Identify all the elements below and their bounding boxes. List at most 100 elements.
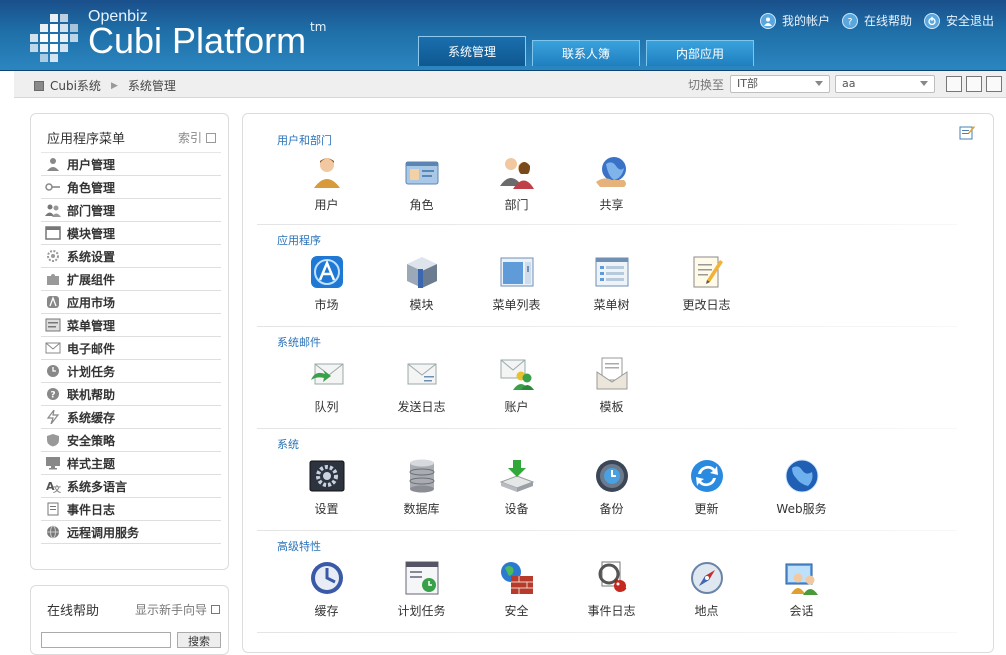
cache-icon [309, 560, 345, 596]
menu-item-settings[interactable]: 系统设置 [41, 245, 221, 268]
lightning-icon [45, 410, 61, 424]
app-menu-panel: 应用程序菜单 索引 用户管理 角色管理 部门管理 模块管理 系统设置 扩展组件 [30, 113, 229, 570]
app-settings[interactable]: 设置 [279, 458, 374, 517]
help-search-button[interactable]: 搜索 [177, 632, 221, 648]
logout-link[interactable]: 安全退出 [923, 12, 994, 29]
mail-log-icon [404, 356, 440, 392]
menu-item-cache[interactable]: 系统缓存 [41, 406, 221, 429]
menu-item-departments[interactable]: 部门管理 [41, 199, 221, 222]
menu-item-label: 用户管理 [67, 157, 116, 172]
app-cache[interactable]: 缓存 [279, 560, 374, 619]
user-icon [759, 12, 776, 29]
index-toggle[interactable]: 索引 [178, 129, 216, 146]
menu-item-market[interactable]: 应用市场 [41, 291, 221, 314]
menu-item-online-help[interactable]: ? 联机帮助 [41, 383, 221, 406]
menu-item-menus[interactable]: 菜单管理 [41, 314, 221, 337]
admin-dashboard-panel: 用户和部门 用户 角色 部门 共享 应用程序 市场 模块 菜单列表 菜单树 更改… [242, 113, 994, 653]
menu-item-email[interactable]: 电子邮件 [41, 337, 221, 360]
app-update[interactable]: 更新 [659, 458, 754, 517]
fullscreen-icon[interactable] [986, 76, 1002, 92]
menu-item-languages[interactable]: A文 系统多语言 [41, 475, 221, 498]
app-security[interactable]: 安全 [469, 560, 564, 619]
menu-item-themes[interactable]: 样式主题 [41, 452, 221, 475]
user-select-value: aa [842, 77, 856, 90]
menu-item-label: 计划任务 [67, 364, 116, 379]
my-account-link[interactable]: 我的帐户 [759, 12, 830, 29]
backup-icon [594, 458, 630, 494]
tab-internal-apps[interactable]: 内部应用 [646, 40, 754, 66]
app-label: 事件日志 [587, 604, 636, 618]
user-icon [45, 157, 61, 171]
app-label: 备份 [599, 502, 624, 516]
menu-item-rpc-services[interactable]: 远程调用服务 [41, 521, 221, 544]
menu-item-label: 事件日志 [67, 502, 116, 517]
section-users-departments: 用户和部门 用户 角色 部门 共享 [263, 132, 979, 213]
app-label: 缓存 [314, 604, 339, 618]
app-label: 角色 [409, 198, 434, 212]
menu-item-modules[interactable]: 模块管理 [41, 222, 221, 245]
window-tree-icon [594, 254, 630, 290]
menu-item-event-log[interactable]: 事件日志 [41, 498, 221, 521]
section-advanced: 高级特性 缓存 计划任务 安全 事件日志 地点 会话 [263, 538, 979, 619]
app-event-log[interactable]: 事件日志 [564, 560, 659, 619]
app-users[interactable]: 用户 [279, 154, 374, 213]
app-departments[interactable]: 部门 [469, 154, 564, 213]
breadcrumb-root[interactable]: Cubi系统 [50, 77, 101, 94]
home-icon [34, 80, 44, 91]
department-select-value: IT部 [737, 77, 758, 90]
app-device[interactable]: 设备 [469, 458, 564, 517]
show-wizard-label: 显示新手向导 [134, 603, 207, 617]
app-market[interactable]: 市场 [279, 254, 374, 313]
menu-item-security[interactable]: 安全策略 [41, 429, 221, 452]
tab-system-admin[interactable]: 系统管理 [418, 36, 526, 66]
user-select[interactable]: aa [835, 75, 935, 93]
help-search-input[interactable] [41, 632, 171, 648]
my-account-label: 我的帐户 [781, 14, 830, 28]
menu-item-extensions[interactable]: 扩展组件 [41, 268, 221, 291]
app-label: 发送日志 [397, 400, 446, 414]
app-label: Web服务 [776, 502, 827, 516]
app-cronjob[interactable]: 计划任务 [374, 560, 469, 619]
puzzle-icon [45, 272, 61, 286]
app-mail-log[interactable]: 发送日志 [374, 356, 469, 415]
app-modules[interactable]: 模块 [374, 254, 469, 313]
app-session[interactable]: 会话 [754, 560, 849, 619]
menu-item-label: 应用市场 [67, 295, 116, 310]
app-web-services[interactable]: Web服务 [754, 458, 849, 517]
department-select[interactable]: IT部 [730, 75, 830, 93]
role-card-icon [404, 154, 440, 190]
key-icon [45, 180, 61, 194]
section-system: 系统 设置 数据库 设备 备份 更新 Web服务 [263, 436, 979, 517]
app-roles[interactable]: 角色 [374, 154, 469, 213]
menu-item-label: 安全策略 [67, 433, 116, 448]
app-changelog[interactable]: 更改日志 [659, 254, 754, 313]
menu-item-scheduled-tasks[interactable]: 计划任务 [41, 360, 221, 383]
app-label: 账户 [504, 400, 529, 414]
store-icon [45, 295, 61, 309]
collapse-icon [211, 605, 220, 614]
app-mail-account[interactable]: 账户 [469, 356, 564, 415]
app-label: 设置 [314, 502, 339, 516]
tab-contacts[interactable]: 联系人簿 [532, 40, 640, 66]
menu-item-users[interactable]: 用户管理 [41, 153, 221, 176]
app-menu-tree[interactable]: 菜单树 [564, 254, 659, 313]
app-backup[interactable]: 备份 [564, 458, 659, 517]
breadcrumb-current: 系统管理 [127, 79, 176, 93]
online-help-label: 在线帮助 [863, 14, 912, 28]
app-menu-list[interactable]: 菜单列表 [469, 254, 564, 313]
show-wizard-link[interactable]: 显示新手向导 [135, 601, 220, 618]
app-mail-template[interactable]: 模板 [564, 356, 659, 415]
eventlog-icon [594, 560, 630, 596]
settings-icon [309, 458, 345, 494]
online-help-link[interactable]: ? 在线帮助 [841, 12, 912, 29]
section-divider [257, 632, 957, 633]
logo[interactable]: Openbiz Cubi Platform tm [30, 8, 330, 68]
app-location[interactable]: 地点 [659, 560, 754, 619]
menu-item-roles[interactable]: 角色管理 [41, 176, 221, 199]
app-database[interactable]: 数据库 [374, 458, 469, 517]
new-window-icon[interactable] [966, 76, 982, 92]
app-mail-queue[interactable]: 队列 [279, 356, 374, 415]
app-share[interactable]: 共享 [564, 154, 659, 213]
menu-item-label: 扩展组件 [67, 272, 116, 287]
edit-layout-icon[interactable] [946, 76, 962, 92]
